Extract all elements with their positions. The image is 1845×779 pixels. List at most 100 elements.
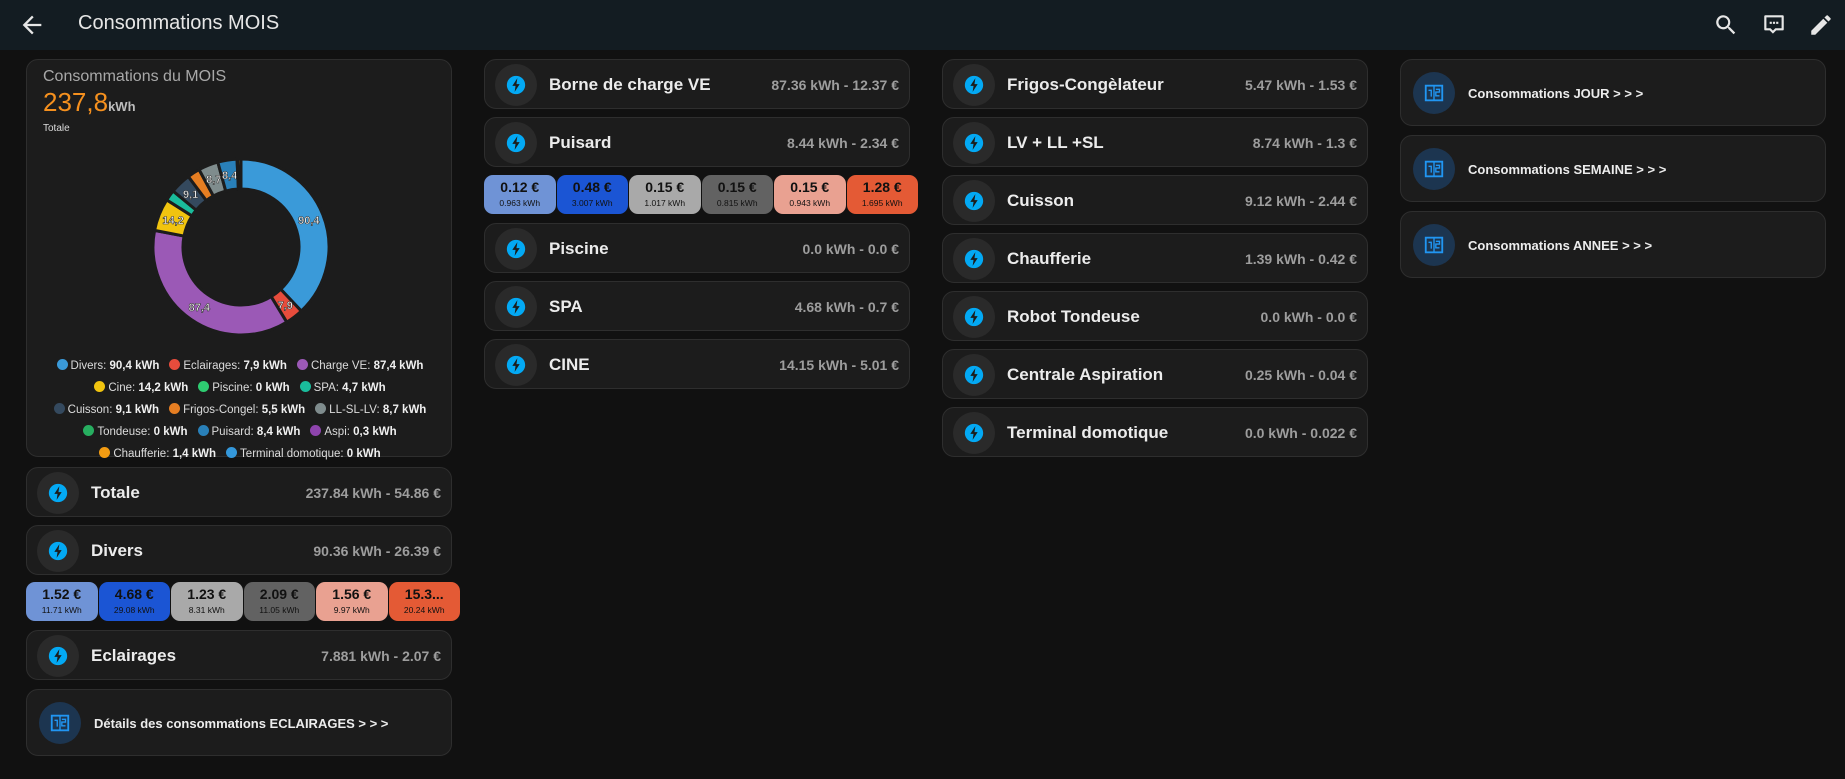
tariff-tile[interactable]: 0.15 € 0.815 kWh [701, 175, 773, 214]
donut-segment-divers[interactable] [239, 157, 331, 314]
row-value: 7.881 kWh - 2.07 € [321, 648, 441, 664]
tile-kwh: 8.31 kWh [188, 605, 225, 615]
legend-item[interactable]: Puisard: 8,4 kWh [197, 421, 301, 443]
tile-price: 15.3... [404, 586, 444, 602]
row-piscine[interactable]: Piscine 0.0 kWh - 0.0 € [484, 223, 910, 273]
legend-item[interactable]: Divers: 90,4 kWh [56, 355, 159, 377]
row-item[interactable]: Chaufferie 1.39 kWh - 0.42 € [942, 233, 1368, 283]
lightning-icon [37, 530, 79, 572]
row-cine[interactable]: CINE 14.15 kWh - 5.01 € [484, 339, 910, 389]
tile-price: 0.12 € [500, 179, 540, 195]
donut-segment-charge-ve[interactable] [151, 228, 289, 337]
link-consommations-annee[interactable]: Consommations ANNEE > > > [1400, 211, 1826, 278]
calendar-icon [39, 702, 81, 744]
legend-dot-icon [53, 403, 65, 414]
row-borne-charge-ve[interactable]: Borne de charge VE 87.36 kWh - 12.37 € [484, 59, 910, 109]
lightning-icon [953, 122, 995, 164]
legend-label: Chaufferie [113, 448, 167, 460]
row-item[interactable]: Frigos-Congèlateur 5.47 kWh - 1.53 € [942, 59, 1368, 109]
row-value: 9.12 kWh - 2.44 € [1244, 193, 1357, 209]
row-name: Cuisson [1007, 191, 1075, 210]
row-value: 8.74 kWh - 1.3 € [1252, 135, 1357, 151]
tile-price: 0.48 € [572, 179, 612, 195]
link-label: Consommations ANNEE > > > [1468, 238, 1653, 253]
legend-item[interactable]: Cuisson: 9,1 kWh [53, 399, 160, 421]
chart-legend: Divers: 90,4 kWh Eclairages: 7,9 kWh Charg… [35, 355, 445, 465]
pencil-icon[interactable] [1808, 12, 1834, 38]
legend-dot-icon [310, 425, 322, 436]
legend-label: Cuisson [67, 404, 110, 416]
legend-item[interactable]: Chaufferie: 1,4 kWh [99, 443, 216, 465]
calendar-icon [1413, 224, 1455, 266]
legend-value: 0,3 kWh [353, 426, 397, 438]
tile-kwh: 29.08 kWh [113, 605, 155, 615]
link-consommations-jour[interactable]: Consommations JOUR > > > [1400, 59, 1826, 126]
legend-item[interactable]: Tondeuse: 0 kWh [83, 421, 188, 443]
month-consumption-card: Consommations du MOIS 237,8kWh Totale 90… [26, 59, 452, 460]
row-item[interactable]: LV + LL +SL 8.74 kWh - 1.3 € [942, 117, 1368, 167]
chat-icon[interactable] [1761, 12, 1787, 38]
tariff-tile[interactable]: 2.09 € 11.05 kWh [243, 582, 315, 621]
tile-kwh: 11.71 kWh [41, 605, 82, 615]
legend-item[interactable]: Charge VE: 87,4 kWh [296, 355, 423, 377]
tariff-tile[interactable]: 1.56 € 9.97 kWh [316, 582, 388, 621]
data-label: 8,4 [222, 170, 238, 182]
lightning-icon [495, 228, 537, 270]
tariff-tile[interactable]: 1.52 € 11.71 kWh [26, 582, 98, 621]
donut-segment-chaufferie[interactable] [236, 157, 243, 191]
tariff-tile[interactable]: 0.12 € 0.963 kWh [484, 175, 556, 214]
tariff-tile[interactable]: 15.3... 20.24 kWh [388, 582, 460, 621]
row-item[interactable]: Cuisson 9.12 kWh - 2.44 € [942, 175, 1368, 225]
row-item[interactable]: Terminal domotique 0.0 kWh - 0.022 € [942, 407, 1368, 457]
link-label: Consommations JOUR > > > [1468, 86, 1644, 101]
row-name: CINE [549, 355, 590, 374]
details-eclairages-link[interactable]: Détails des consommations ECLAIRAGES > >… [26, 689, 452, 756]
legend-value: 8,4 kWh [256, 426, 301, 438]
data-label: 90,4 [298, 215, 320, 227]
row-eclairages[interactable]: Eclairages 7.881 kWh - 2.07 € [26, 630, 452, 680]
lightning-icon [495, 122, 537, 164]
legend-item[interactable]: Frigos-Congel: 5,5 kWh [169, 399, 305, 421]
row-totale[interactable]: Totale 237.84 kWh - 54.86 € [26, 467, 452, 517]
legend-label: Charge VE [310, 360, 368, 372]
tile-price: 1.23 € [187, 586, 227, 602]
row-value: 90.36 kWh - 26.39 € [313, 543, 441, 559]
search-icon[interactable] [1713, 12, 1739, 38]
tariff-tile[interactable]: 0.15 € 1.017 kWh [629, 175, 701, 214]
tile-price: 0.15 € [645, 179, 685, 195]
tariff-tile[interactable]: 1.28 € 1.695 kWh [846, 175, 918, 214]
tariff-tile[interactable]: 0.48 € 3.007 kWh [556, 175, 628, 214]
link-consommations-semaine[interactable]: Consommations SEMAINE > > > [1400, 135, 1826, 202]
legend-item[interactable]: Cine: 14,2 kWh [94, 377, 188, 399]
row-name: Borne de charge VE [549, 75, 711, 94]
legend-item[interactable]: Terminal domotique: 0 kWh [226, 443, 381, 465]
arrow-left-icon[interactable] [18, 11, 46, 39]
legend-value: 9,1 kWh [115, 404, 160, 416]
row-divers[interactable]: Divers 90.36 kWh - 26.39 € [26, 525, 452, 575]
tile-price: 1.52 € [42, 586, 82, 602]
row-name: LV + LL +SL [1007, 133, 1104, 152]
tile-price: 4.68 € [114, 586, 154, 602]
tariff-tile[interactable]: 1.23 € 8.31 kWh [171, 582, 243, 621]
legend-item[interactable]: LL-SL-LV: 8,7 kWh [315, 399, 426, 421]
tariff-tile[interactable]: 4.68 € 29.08 kWh [98, 582, 170, 621]
legend-value: 7,9 kWh [243, 360, 287, 372]
data-label: 14,2 [162, 215, 183, 227]
legend-item[interactable]: Aspi: 0,3 kWh [310, 421, 397, 443]
lightning-icon [495, 344, 537, 386]
row-item[interactable]: Centrale Aspiration 0.25 kWh - 0.04 € [942, 349, 1368, 399]
row-puisard[interactable]: Puisard 8.44 kWh - 2.34 € [484, 117, 910, 167]
row-spa[interactable]: SPA 4.68 kWh - 0.7 € [484, 281, 910, 331]
row-name: Frigos-Congèlateur [1007, 75, 1164, 94]
row-name: Eclairages [91, 646, 177, 665]
legend-label: Frigos-Congel [183, 404, 256, 416]
legend-item[interactable]: Eclairages: 7,9 kWh [169, 355, 287, 377]
tile-price: 2.09 € [259, 586, 299, 602]
row-name: Terminal domotique [1007, 423, 1169, 442]
legend-item[interactable]: SPA: 4,7 kWh [299, 377, 386, 399]
row-item[interactable]: Robot Tondeuse 0.0 kWh - 0.0 € [942, 291, 1368, 341]
row-value: 0.0 kWh - 0.0 € [802, 241, 899, 257]
legend-item[interactable]: Piscine: 0 kWh [198, 377, 290, 399]
row-name: Puisard [549, 133, 612, 152]
tariff-tile[interactable]: 0.15 € 0.943 kWh [774, 175, 846, 214]
